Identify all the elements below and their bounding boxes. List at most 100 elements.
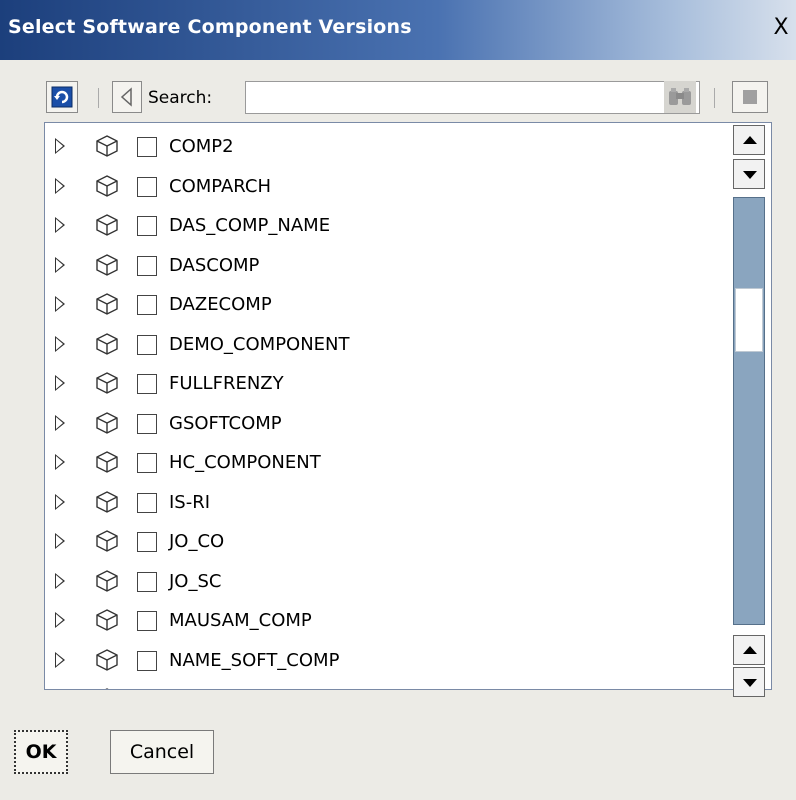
tree-item[interactable]: DAS_COMP_NAME [45,207,725,247]
component-icon [95,213,119,237]
expand-arrow-icon[interactable] [55,493,65,510]
component-icon [95,569,119,593]
tree-item-label: NEUROPAC_SWL_COMPONENT [169,689,442,690]
component-icon [95,292,119,316]
tree-item-label: JO_SC [169,570,222,592]
item-checkbox[interactable] [137,176,157,197]
tree-item-label: COMPARCH [169,175,271,197]
scroll-thumb[interactable] [735,288,763,352]
expand-arrow-icon[interactable] [55,454,65,470]
item-checkbox[interactable] [137,611,157,631]
title-bar: Select Software Component Versions X [0,0,796,60]
tree-item[interactable]: JO_CO [45,523,725,563]
component-icon [95,253,119,277]
expand-arrow-icon[interactable] [55,177,65,194]
tree-item[interactable]: MAUSAM_COMP [45,602,725,642]
item-checkbox[interactable] [137,532,157,552]
collapse-button[interactable] [112,81,142,113]
component-icon [95,490,119,514]
scroll-page-up-button[interactable] [733,635,765,665]
tree-item[interactable]: NAME_SOFT_COMP [45,642,725,682]
scroll-down-button[interactable] [733,159,765,189]
tree-item[interactable]: DAZECOMP [45,286,725,326]
tree-item-label: DEMO_COMPONENT [169,333,350,355]
tree-item[interactable]: HC_COMPONENT [45,444,725,484]
arrow-up-icon [743,646,757,654]
expand-arrow-icon[interactable] [55,138,65,154]
tree-item[interactable]: COMP2 [45,128,725,168]
toolbar: Search: [40,78,770,120]
window-title: Select Software Component Versions [8,16,412,38]
expand-arrow-icon[interactable] [55,375,65,391]
expand-arrow-icon[interactable] [55,533,65,549]
vertical-scrollbar[interactable] [733,125,767,697]
item-checkbox[interactable] [137,650,157,671]
close-button[interactable]: X [766,12,796,42]
tree-item-label: FULLFRENZY [169,373,284,394]
tree-item[interactable]: IS-RI [45,484,725,524]
item-checkbox[interactable] [137,492,157,513]
tree-item-label: DASCOMP [169,254,260,276]
component-icon [95,687,119,689]
tree-item-label: HC_COMPONENT [169,452,321,473]
expand-arrow-icon[interactable] [55,296,65,312]
tree-item-label: COMP2 [169,136,234,157]
tree-item[interactable]: NEUROPAC_SWL_COMPONENT [45,681,725,690]
tree-item[interactable]: JO_SC [45,563,725,603]
search-label: Search: [148,88,213,108]
component-tree[interactable]: COMP2 COMPARCH DAS_COMP_NAME DASCOMP DAZECOM… [44,122,772,690]
arrow-down-icon [743,171,757,179]
tree-item[interactable]: GSOFTCOMP [45,405,725,445]
component-icon [95,608,119,632]
component-icon [95,371,119,395]
scroll-track[interactable] [733,197,765,625]
ok-button[interactable]: OK [14,730,68,774]
scroll-up-button[interactable] [733,125,765,155]
tree-item-label: DAS_COMP_NAME [169,215,331,236]
item-checkbox[interactable] [137,571,157,592]
tree-item[interactable]: COMPARCH [45,168,725,208]
component-icon [95,174,119,198]
tree-item[interactable]: DEMO_COMPONENT [45,326,725,366]
tree-item-label: GSOFTCOMP [169,412,282,434]
expand-arrow-icon[interactable] [55,572,65,589]
expand-arrow-icon[interactable] [55,612,65,628]
component-icon [95,134,119,158]
scroll-page-down-button[interactable] [733,667,765,697]
left-arrow-icon [120,87,132,107]
toolbar-separator [98,88,99,108]
tree-item-label: IS-RI [169,491,211,513]
tree-item[interactable]: FULLFRENZY [45,365,725,405]
expand-arrow-icon[interactable] [55,414,65,431]
expand-arrow-icon[interactable] [55,651,65,668]
tree-item-label: JO_CO [169,531,225,552]
find-button[interactable] [664,81,696,113]
tree-item-label: MAUSAM_COMP [169,610,312,631]
refresh-icon [51,86,73,108]
item-checkbox[interactable] [137,137,157,157]
item-checkbox[interactable] [137,374,157,394]
item-checkbox[interactable] [137,413,157,434]
search-input[interactable] [245,81,700,114]
component-icon [95,529,119,553]
component-icon [95,450,119,474]
expand-arrow-icon[interactable] [55,335,65,352]
arrow-up-icon [743,136,757,144]
stop-button[interactable] [732,81,768,113]
item-checkbox[interactable] [137,216,157,236]
arrow-down-icon [743,679,757,687]
expand-arrow-icon[interactable] [55,256,65,273]
item-checkbox[interactable] [137,255,157,276]
component-icon [95,411,119,435]
close-icon: X [773,14,789,40]
tree-item[interactable]: DASCOMP [45,247,725,287]
binoculars-icon [669,88,691,105]
refresh-button[interactable] [46,81,78,113]
expand-arrow-icon[interactable] [55,217,65,233]
item-checkbox[interactable] [137,453,157,473]
tree-item-label: DAZECOMP [169,294,272,315]
item-checkbox[interactable] [137,334,157,355]
cancel-button[interactable]: Cancel [110,730,214,774]
item-checkbox[interactable] [137,295,157,315]
stop-icon [743,90,757,104]
